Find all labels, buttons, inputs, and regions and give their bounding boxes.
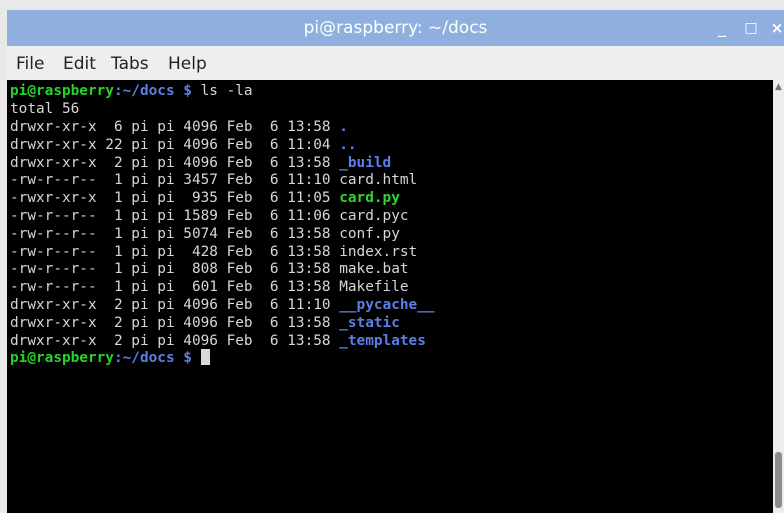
- listing-row: -rw-r--r-- 1 pi pi 428 Feb 6 13:58 index…: [10, 243, 417, 261]
- prompt-user: pi@raspberry: [10, 350, 114, 366]
- listing-row: drwxr-xr-x 2 pi pi 4096 Feb 6 13:58 _bui…: [10, 154, 391, 172]
- listing-row: -rw-r--r-- 1 pi pi 808 Feb 6 13:58 make.…: [10, 260, 409, 278]
- entry-name: make.bat: [339, 261, 409, 278]
- scrollbar[interactable]: ▲: [773, 80, 784, 513]
- listing-row: drwxr-xr-x 22 pi pi 4096 Feb 6 11:04 ..: [10, 136, 357, 154]
- listing-row: drwxr-xr-x 2 pi pi 4096 Feb 6 11:10 __py…: [10, 296, 435, 314]
- close-button[interactable]: ×: [766, 10, 784, 46]
- entry-meta: drwxr-xr-x 22 pi pi 4096 Feb 6 11:04: [10, 136, 340, 153]
- entry-name: card.py: [339, 190, 400, 207]
- entry-name: card.html: [339, 172, 418, 189]
- maximize-button[interactable]: □: [740, 10, 762, 46]
- entry-meta: -rw-r--r-- 1 pi pi 808 Feb 6 13:58: [10, 261, 340, 278]
- entry-meta: -rw-r--r-- 1 pi pi 5074 Feb 6 13:58: [10, 225, 340, 242]
- listing-row: drwxr-xr-x 2 pi pi 4096 Feb 6 13:58 _tem…: [10, 332, 426, 350]
- entry-meta: -rw-r--r-- 1 pi pi 428 Feb 6 13:58: [10, 243, 340, 260]
- entry-name: conf.py: [339, 225, 400, 242]
- prompt-path: :~/docs $: [113, 350, 192, 366]
- command-text: ls -la: [191, 83, 253, 99]
- entry-meta: -rw-r--r-- 1 pi pi 1589 Feb 6 11:06: [10, 208, 340, 224]
- entry-name: __pycache__: [339, 297, 435, 313]
- listing-row: -rw-r--r-- 1 pi pi 1589 Feb 6 11:06 card…: [10, 207, 409, 225]
- listing-row: drwxr-xr-x 2 pi pi 4096 Feb 6 13:58 _sta…: [10, 314, 400, 332]
- listing-row: -rw-r--r-- 1 pi pi 601 Feb 6 13:58 Makef…: [10, 278, 409, 296]
- entry-name: _build: [339, 154, 392, 171]
- listing-row: -rw-r--r-- 1 pi pi 5074 Feb 6 13:58 conf…: [10, 225, 400, 243]
- entry-name: .: [339, 119, 348, 135]
- terminal-output[interactable]: pi@raspberry:~/docs $ ls -la total 56 dr…: [7, 80, 773, 513]
- entry-meta: drwxr-xr-x 2 pi pi 4096 Feb 6 11:10: [10, 297, 340, 313]
- entry-name: _static: [339, 314, 400, 331]
- total-line: total 56: [10, 101, 80, 117]
- command-line: pi@raspberry:~/docs $ ls -la: [10, 82, 253, 100]
- entry-name: Makefile: [339, 279, 409, 296]
- entry-name: _templates: [339, 332, 426, 349]
- entry-meta: -rw-r--r-- 1 pi pi 601 Feb 6 13:58: [10, 279, 340, 296]
- window-title: pi@raspberry: ~/docs: [303, 18, 488, 38]
- listing-row: -rwxr-xr-x 1 pi pi 935 Feb 6 11:05 card.…: [10, 189, 400, 207]
- menu-help[interactable]: Help: [168, 46, 207, 80]
- entry-meta: -rwxr-xr-x 1 pi pi 935 Feb 6 11:05: [10, 190, 340, 207]
- prompt-path: :~/docs $: [113, 83, 192, 99]
- menu-bar: File Edit Tabs Help: [7, 46, 784, 80]
- menu-edit[interactable]: Edit: [63, 46, 96, 80]
- title-bar[interactable]: pi@raspberry: ~/docs _ □ ×: [7, 10, 784, 46]
- terminal-window: pi@raspberry: ~/docs _ □ × File Edit Tab…: [0, 0, 784, 513]
- entry-meta: drwxr-xr-x 2 pi pi 4096 Feb 6 13:58: [10, 154, 340, 171]
- entry-meta: drwxr-xr-x 2 pi pi 4096 Feb 6 13:58: [10, 332, 340, 349]
- entry-name: index.rst: [339, 243, 418, 260]
- listing-row: drwxr-xr-x 6 pi pi 4096 Feb 6 13:58 .: [10, 118, 348, 136]
- minimize-button[interactable]: _: [711, 10, 733, 46]
- entry-meta: drwxr-xr-x 6 pi pi 4096 Feb 6 13:58: [10, 119, 340, 135]
- current-prompt[interactable]: pi@raspberry:~/docs $: [10, 349, 210, 367]
- entry-meta: -rw-r--r-- 1 pi pi 3457 Feb 6 11:10: [10, 172, 340, 189]
- entry-name: card.pyc: [339, 208, 409, 224]
- text-cursor: [200, 349, 210, 365]
- prompt-user: pi@raspberry: [10, 83, 114, 99]
- scroll-up-icon[interactable]: ▲: [773, 82, 784, 92]
- menu-tabs[interactable]: Tabs: [111, 46, 149, 80]
- scrollbar-thumb[interactable]: [775, 452, 782, 508]
- entry-name: ..: [339, 136, 357, 153]
- entry-meta: drwxr-xr-x 2 pi pi 4096 Feb 6 13:58: [10, 314, 340, 331]
- menu-file[interactable]: File: [16, 46, 44, 80]
- listing-row: -rw-r--r-- 1 pi pi 3457 Feb 6 11:10 card…: [10, 171, 417, 189]
